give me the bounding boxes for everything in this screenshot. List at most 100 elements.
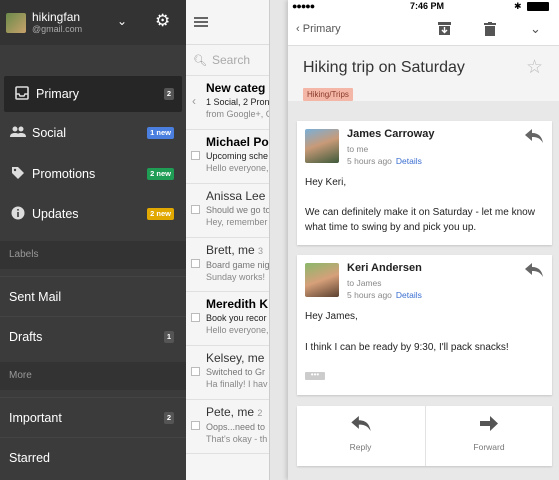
- chevron-left-icon: ‹: [192, 94, 196, 108]
- checkbox[interactable]: [191, 421, 200, 430]
- sidebar-item-label: Primary: [36, 87, 80, 101]
- list-item-sender: Pete, me: [206, 405, 255, 419]
- search-icon: 🔍︎: [193, 54, 207, 67]
- detail-toolbar: ‹ Primary ⌄: [288, 13, 559, 46]
- sidebar-item-updates[interactable]: Updates 2 new: [0, 196, 186, 232]
- list-item-snippet: Hello everyone,: [206, 325, 269, 335]
- signal-icon: ●●●●●: [292, 1, 315, 11]
- menu-icon[interactable]: [194, 15, 208, 29]
- account-header[interactable]: hikingfan @gmail.com ⌄ ⚙: [0, 0, 186, 45]
- labels-section-header: Labels: [0, 241, 186, 269]
- account-avatar: [6, 12, 26, 33]
- reply-icon[interactable]: [525, 263, 543, 282]
- list-item[interactable]: Michael Po Upcoming sche Hello everyone,: [186, 130, 269, 184]
- message-greeting: Hey James,: [305, 311, 358, 322]
- message-detail: ●●●●● 7:46 PM ✱ ‹ Primary ⌄ Hiking trip …: [288, 0, 559, 480]
- inbox-icon: [14, 86, 30, 102]
- list-item-snippet: Hey, remember: [206, 217, 268, 227]
- back-label: Primary: [302, 23, 341, 35]
- sidebar-item-primary[interactable]: Primary 2: [4, 76, 182, 112]
- more-section-header: More: [0, 362, 186, 390]
- message-meta: 5 hours ago Details: [347, 156, 422, 166]
- message-time: 5 hours ago: [347, 156, 392, 166]
- back-button[interactable]: ‹ Primary: [296, 23, 341, 35]
- sidebar-item-drafts[interactable]: Drafts 1: [0, 316, 186, 356]
- list-item[interactable]: Anissa Lee Should we go to Hey, remember: [186, 184, 269, 238]
- search-input[interactable]: 🔍︎ Search: [186, 45, 269, 76]
- message-greeting: Hey Keri,: [305, 177, 347, 188]
- list-item-sender: Anissa Lee: [206, 189, 266, 203]
- checkbox[interactable]: [191, 259, 200, 268]
- list-item[interactable]: Kelsey, me Switched to Gr Ha finally! I …: [186, 346, 269, 400]
- sidebar-item-starred[interactable]: Starred: [0, 437, 186, 477]
- list-item-snippet: Ha finally! I hav: [206, 379, 268, 389]
- battery-icon: [527, 2, 549, 11]
- thread-subject: Hiking trip on Saturday: [303, 59, 465, 76]
- tag-icon: [10, 166, 26, 182]
- chevron-down-icon[interactable]: ⌄: [117, 14, 127, 28]
- gear-icon[interactable]: ⚙: [155, 11, 170, 31]
- sidebar-item-social[interactable]: Social 1 new: [0, 115, 186, 151]
- message-body: We can definitely make it on Saturday - …: [305, 207, 535, 233]
- list-item-subject: Board game nig: [206, 260, 269, 270]
- count-badge: 2: [163, 411, 174, 424]
- list-item-subject: 1 Social, 2 Pron: [206, 97, 269, 107]
- message-sender: Keri Andersen: [347, 262, 422, 274]
- new-badge: 2 new: [147, 168, 174, 180]
- sidebar-item-promotions[interactable]: Promotions 2 new: [0, 156, 186, 192]
- checkbox[interactable]: [191, 205, 200, 214]
- sidebar: hikingfan @gmail.com ⌄ ⚙ Primary 2 Socia…: [0, 0, 186, 480]
- show-quoted-button[interactable]: •••: [305, 371, 325, 380]
- message-card: Keri Andersen to James 5 hours ago Detail…: [297, 255, 552, 395]
- list-item-sender-line: Pete, me 2: [206, 404, 269, 421]
- trash-icon[interactable]: [484, 22, 496, 39]
- checkbox[interactable]: [191, 367, 200, 376]
- forward-button[interactable]: Forward: [425, 406, 552, 466]
- reply-icon[interactable]: [525, 129, 543, 148]
- sidebar-item-important[interactable]: Important 2: [0, 397, 186, 437]
- chevron-down-icon[interactable]: ⌄: [530, 21, 541, 37]
- sidebar-item-sent-mail[interactable]: Sent Mail: [0, 276, 186, 316]
- chevron-left-icon: ‹: [296, 23, 300, 35]
- checkbox[interactable]: [191, 313, 200, 322]
- details-link[interactable]: Details: [396, 156, 422, 166]
- status-time: 7:46 PM: [410, 1, 445, 11]
- list-item[interactable]: Pete, me 2 Oops...need to That's okay - …: [186, 400, 269, 454]
- thread-count: 3: [258, 246, 264, 256]
- list-item-subject: Book you recor: [206, 313, 267, 323]
- info-icon: [10, 206, 26, 222]
- list-item[interactable]: Meredith K Book you recor Hello everyone…: [186, 292, 269, 346]
- sidebar-item-label: Drafts: [9, 329, 43, 344]
- list-item-snippet: That's okay - th: [206, 434, 268, 444]
- message-recipient: to James: [347, 278, 382, 288]
- star-icon[interactable]: ☆: [526, 56, 543, 79]
- forward-label: Forward: [473, 442, 505, 452]
- list-item[interactable]: ‹ New categ 1 Social, 2 Pron from Google…: [186, 76, 269, 130]
- label-tag[interactable]: Hiking/Trips: [303, 88, 353, 101]
- message-actions: Reply Forward: [297, 406, 552, 466]
- list-item-snippet: Sunday works!: [206, 272, 266, 282]
- details-link[interactable]: Details: [396, 290, 422, 300]
- count-badge: 1: [163, 330, 174, 343]
- sidebar-item-label: Social: [32, 126, 67, 140]
- list-item-subject: Upcoming sche: [206, 151, 269, 161]
- archive-icon[interactable]: [438, 22, 451, 38]
- list-item-subject: Should we go to: [206, 205, 269, 215]
- list-item-snippet: Hello everyone,: [206, 163, 269, 173]
- forward-icon: [426, 415, 552, 436]
- reply-button[interactable]: Reply: [297, 406, 424, 466]
- list-header: [186, 0, 269, 45]
- account-name: hikingfan: [32, 10, 81, 24]
- account-email: @gmail.com: [32, 24, 83, 34]
- message-card: James Carroway to me 5 hours ago Details …: [297, 121, 552, 245]
- count-badge: 2: [163, 88, 174, 100]
- people-icon: [10, 125, 26, 141]
- list-item-subject: Switched to Gr: [206, 367, 266, 377]
- sidebar-item-label: Sent Mail: [9, 289, 62, 304]
- sidebar-item-label: Important: [9, 410, 62, 425]
- checkbox[interactable]: [191, 151, 200, 160]
- list-item-sender: New categ: [206, 81, 266, 95]
- list-item[interactable]: Brett, me 3 Board game nig Sunday works!: [186, 238, 269, 292]
- list-item-sender: Meredith K: [206, 297, 269, 311]
- message-list: 🔍︎ Search ‹ New categ 1 Social, 2 Pron f…: [186, 0, 270, 480]
